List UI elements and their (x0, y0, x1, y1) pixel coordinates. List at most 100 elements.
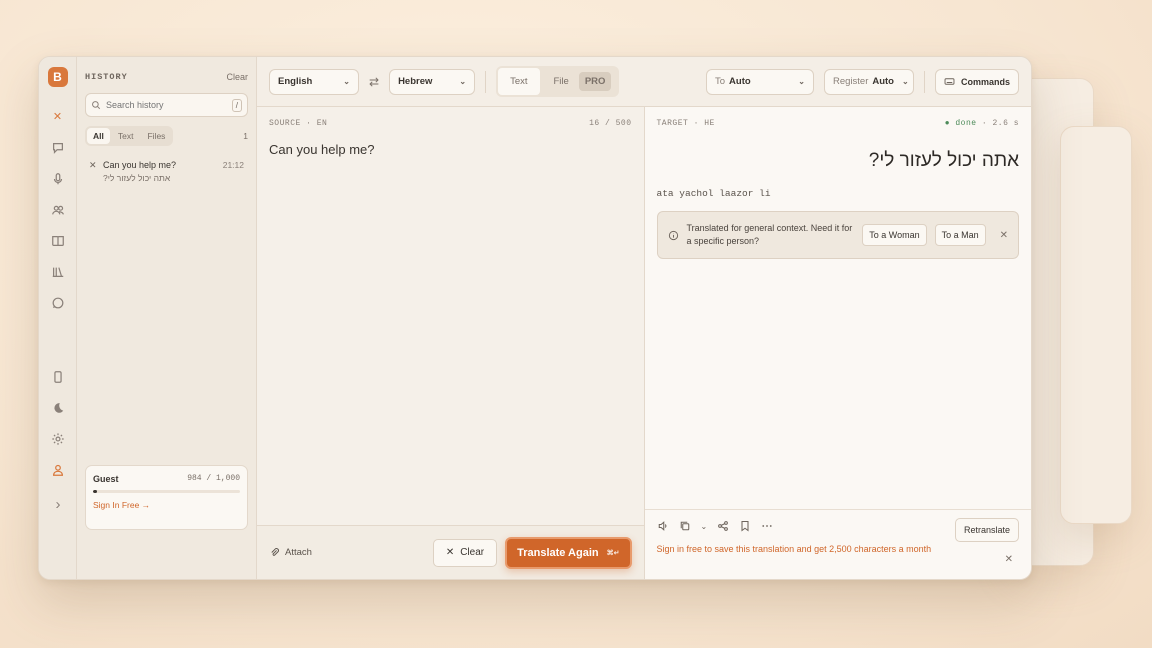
close-icon[interactable]: ✕ (39, 101, 77, 132)
toolbar: English ⌄ ⇄ Hebrew ⌄ Text File PRO To Aut… (257, 57, 1031, 107)
paperclip-icon (271, 548, 279, 556)
toolbar-divider (485, 70, 487, 93)
source-text-input[interactable]: Can you help me? (269, 142, 632, 157)
history-item[interactable]: ✕ Can you help me? 21:12 אתה יכול לעזור … (85, 160, 248, 183)
history-panel: HISTORY Clear / All Text Files 1 ✕ Can y… (77, 57, 257, 579)
translate-label: Translate Again (517, 546, 599, 559)
user-icon[interactable] (39, 454, 77, 485)
keyboard-icon (944, 78, 955, 85)
background-card (1060, 126, 1132, 524)
mode-text[interactable]: Text (498, 68, 540, 95)
guest-name: Guest (93, 474, 119, 484)
phone-icon[interactable] (39, 361, 77, 392)
chevron-down-icon: ⌄ (343, 77, 350, 86)
mode-file[interactable]: File PRO (542, 68, 618, 95)
target-pane: TARGET · HE ● done · 2.6 s אתה יכול לעזו… (644, 107, 1031, 579)
icon-rail: B ✕ › (39, 57, 77, 579)
close-icon[interactable]: ✕ (1000, 230, 1008, 241)
filter-files[interactable]: Files (141, 128, 171, 144)
history-count: 1 (243, 131, 248, 141)
close-icon: ✕ (445, 547, 455, 558)
retranslate-button[interactable]: Retranslate (954, 518, 1019, 542)
audience-value: Auto (729, 76, 751, 87)
target-language-value: Hebrew (398, 76, 433, 87)
quota-bar-fill (93, 490, 98, 493)
expand-sidebar-icon[interactable]: › (39, 489, 77, 520)
app-window: B ✕ › HISTORY Clear Search history / All… (38, 56, 1032, 580)
chevron-down-icon[interactable]: ⌄ (701, 522, 708, 531)
clear-button[interactable]: ✕ Clear (432, 538, 498, 567)
gender-notice: Translated for general context. Need it … (656, 211, 1019, 259)
chevron-down-icon: ⌄ (902, 77, 909, 86)
history-item-source: Can you help me? (103, 160, 177, 170)
swap-languages-icon[interactable]: ⇄ (369, 75, 379, 89)
people-icon[interactable] (39, 194, 77, 225)
toolbar-divider (923, 70, 925, 93)
to-man-button[interactable]: To a Man (934, 224, 986, 246)
search-shortcut: / (231, 98, 242, 112)
translate-shortcut: ⌘↵ (606, 549, 620, 557)
history-filter: All Text Files (85, 126, 174, 146)
search-icon (92, 101, 101, 110)
target-header: TARGET · HE (656, 119, 715, 128)
sign-in-note[interactable]: Sign in free to save this translation an… (657, 544, 1020, 554)
duration: · 2.6 s (981, 119, 1019, 128)
register-select[interactable]: Register Auto ⌄ (823, 68, 914, 95)
source-language-select[interactable]: English ⌄ (269, 68, 359, 95)
commands-button[interactable]: Commands (934, 68, 1019, 95)
library-icon[interactable] (39, 256, 77, 287)
translated-text: אתה יכול לעזור לי? (868, 150, 1019, 171)
register-label: Register (832, 76, 869, 87)
guest-quota: 984 / 1,000 (187, 474, 240, 483)
whatsapp-icon[interactable] (39, 287, 77, 318)
microphone-icon[interactable] (39, 163, 77, 194)
chevron-right-icon[interactable]: › (39, 489, 77, 520)
main-area: English ⌄ ⇄ Hebrew ⌄ Text File PRO To Aut… (257, 57, 1031, 579)
commands-label: Commands (960, 76, 1010, 87)
copy-icon[interactable] (679, 520, 691, 532)
source-header: SOURCE · EN (269, 119, 328, 128)
transliteration: ata yachol laazor li (656, 188, 771, 199)
clear-label: Clear (460, 547, 485, 558)
filter-all[interactable]: All (87, 128, 110, 144)
history-item-time: 21:12 (222, 160, 244, 170)
to-woman-button[interactable]: To a Woman (862, 224, 927, 246)
guest-card: Guest 984 / 1,000 Sign In Free → (85, 465, 248, 530)
source-language-value: English (278, 76, 313, 87)
target-footer: ⌄ Retranslate Sign in free to save this … (644, 509, 1031, 579)
audience-label: To (714, 76, 726, 87)
translate-again-button[interactable]: Translate Again ⌘↵ (505, 536, 632, 569)
gear-icon[interactable] (39, 423, 77, 454)
audience-select[interactable]: To Auto ⌄ (705, 68, 814, 95)
bookmark-icon[interactable] (739, 520, 751, 532)
register-value: Auto (872, 76, 894, 87)
attach-label: Attach (285, 547, 312, 558)
status-badge: ● done (944, 119, 977, 128)
pro-badge: PRO (578, 72, 612, 91)
brand-logo: B (47, 67, 68, 87)
history-title: HISTORY (85, 72, 128, 82)
chevron-down-icon: ⌄ (798, 77, 805, 86)
target-language-select[interactable]: Hebrew ⌄ (389, 68, 476, 95)
history-search[interactable]: / (85, 93, 248, 117)
notice-text: Translated for general context. Need it … (686, 222, 853, 247)
share-icon[interactable] (717, 520, 729, 532)
close-icon[interactable]: ✕ (1005, 554, 1013, 565)
mode-file-label: File (553, 76, 569, 87)
book-icon[interactable] (39, 225, 77, 256)
history-search-input[interactable] (106, 100, 227, 110)
attach-button[interactable]: Attach (269, 547, 312, 558)
sign-in-link[interactable]: Sign In Free → (93, 500, 240, 510)
source-footer: Attach ✕ Clear Translate Again ⌘↵ (257, 525, 644, 579)
speaker-icon[interactable] (657, 520, 669, 532)
moon-icon[interactable] (39, 392, 77, 423)
filter-text[interactable]: Text (112, 128, 140, 144)
char-count: 16 / 500 (589, 119, 632, 128)
chat-icon[interactable] (39, 132, 77, 163)
source-pane: SOURCE · EN 16 / 500 Can you help me? At… (257, 107, 645, 579)
remove-item-icon[interactable]: ✕ (89, 160, 97, 183)
chevron-down-icon: ⌄ (459, 77, 467, 86)
history-clear-button[interactable]: Clear (226, 72, 248, 82)
more-icon[interactable] (761, 520, 773, 532)
history-item-target: אתה יכול לעזור לי? (103, 173, 171, 183)
